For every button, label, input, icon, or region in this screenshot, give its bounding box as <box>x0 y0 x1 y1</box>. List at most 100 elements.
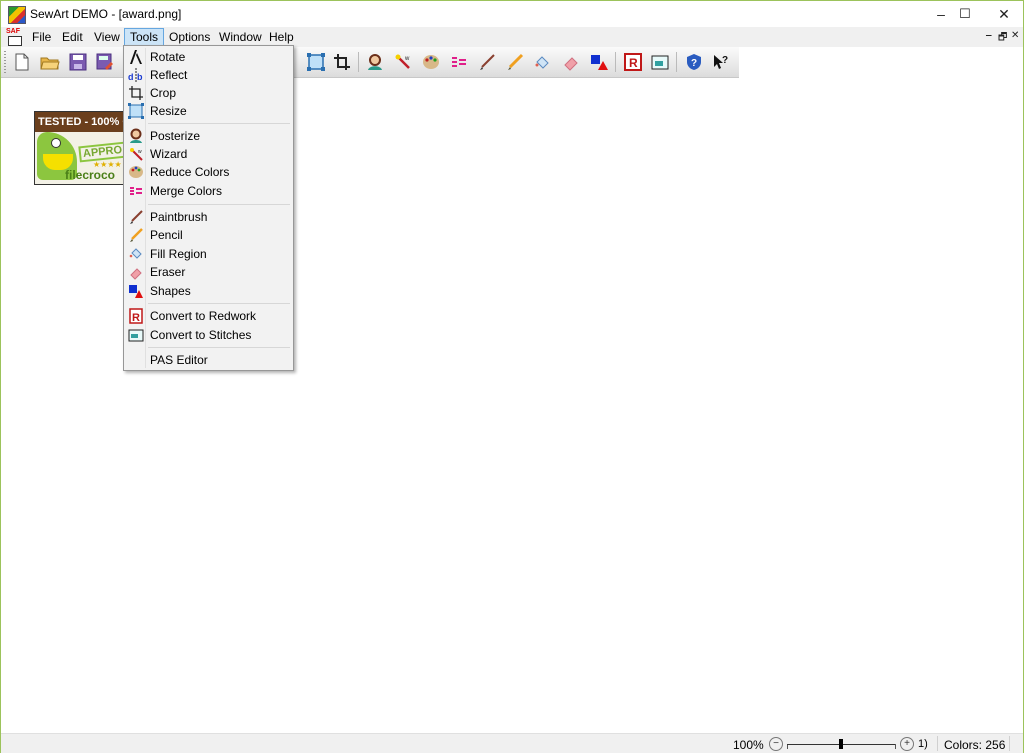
menu-item-merge-colors[interactable]: Merge Colors <box>126 182 291 200</box>
crop-icon <box>334 54 350 70</box>
image-banner-text: TESTED - 100% C <box>35 112 130 132</box>
paintbrush-icon <box>480 54 495 70</box>
save-button[interactable] <box>67 51 89 73</box>
merge-colors-icon <box>452 57 466 67</box>
toolbar-grip[interactable] <box>4 51 6 73</box>
menu-item-eraser[interactable]: Eraser <box>126 263 291 281</box>
svg-text:?: ? <box>722 55 728 66</box>
award-image[interactable]: TESTED - 100% C APPRO ★★★★ filecroco <box>34 111 131 185</box>
menu-item-pas-editor[interactable]: PAS Editor <box>126 351 291 369</box>
reduce-colors-button[interactable] <box>420 51 442 73</box>
eraser-button[interactable] <box>560 51 582 73</box>
toolbar-separator <box>615 52 616 72</box>
menu-item-label: Resize <box>150 104 187 118</box>
menu-item-convert-to-stitches[interactable]: Convert to Stitches <box>126 326 291 344</box>
merge-colors-button[interactable] <box>448 51 470 73</box>
menu-item-fill-region[interactable]: Fill Region <box>126 245 291 263</box>
menu-view[interactable]: View <box>89 29 125 45</box>
menu-item-reduce-colors[interactable]: Reduce Colors <box>126 163 291 181</box>
paintbrush-button[interactable] <box>476 51 498 73</box>
menu-item-label: Shapes <box>150 284 191 298</box>
new-button[interactable] <box>11 51 33 73</box>
menu-item-rotate[interactable]: Rotate <box>126 48 291 66</box>
new-file-icon <box>15 53 29 71</box>
close-button[interactable]: ✕ <box>986 1 1022 27</box>
fill-region-button[interactable] <box>532 51 554 73</box>
svg-text:b: b <box>137 72 143 82</box>
toolbar: w R ? ? <box>1 47 739 78</box>
wizard-button[interactable]: w <box>392 51 414 73</box>
posterize-button[interactable] <box>364 51 386 73</box>
pencil-button[interactable] <box>504 51 526 73</box>
menu-item-resize[interactable]: Resize <box>126 102 291 120</box>
menu-separator <box>148 123 290 124</box>
merge-colors-icon <box>128 183 144 199</box>
fill-bucket-icon <box>535 56 549 69</box>
zoom-suffix: 1) <box>918 738 928 750</box>
wizard-icon: w <box>128 146 144 162</box>
menu-item-label: PAS Editor <box>150 353 208 367</box>
menu-item-label: Wizard <box>150 147 188 161</box>
menu-item-reflect[interactable]: db Reflect <box>126 66 291 84</box>
menu-file[interactable]: File <box>27 29 56 45</box>
menu-item-convert-to-redwork[interactable]: R Convert to Redwork <box>126 307 291 325</box>
paintbrush-icon <box>128 209 144 225</box>
svg-text:R: R <box>629 56 638 70</box>
menu-item-label: Pencil <box>150 228 183 242</box>
open-button[interactable] <box>39 51 61 73</box>
posterize-icon <box>128 128 144 144</box>
stitches-button[interactable] <box>649 51 671 73</box>
resize-icon <box>307 53 325 71</box>
shapes-icon <box>591 55 608 70</box>
open-folder-icon <box>40 57 60 70</box>
toolbar-separator <box>676 52 677 72</box>
crop-icon <box>128 85 144 101</box>
magic-wand-icon: w <box>395 54 410 69</box>
menu-item-crop[interactable]: Crop <box>126 84 291 102</box>
app-icon <box>8 6 26 24</box>
mdi-minimize-button[interactable]: ‒ <box>986 30 992 41</box>
menu-item-posterize[interactable]: Posterize <box>126 127 291 145</box>
menu-options[interactable]: Options <box>164 29 215 45</box>
brand-text: filecroco <box>65 168 116 182</box>
context-help-button[interactable]: ? <box>710 51 732 73</box>
color-count: Colors: 256 <box>944 738 1006 752</box>
svg-text:w: w <box>404 56 410 62</box>
svg-text:d: d <box>128 72 134 82</box>
menu-window[interactable]: Window <box>214 29 267 45</box>
maximize-button[interactable]: ☐ <box>947 1 983 27</box>
pencil-icon <box>508 53 524 70</box>
menu-item-label: Posterize <box>150 129 201 143</box>
menu-edit[interactable]: Edit <box>57 29 88 45</box>
shapes-button[interactable] <box>588 51 610 73</box>
svg-text:R: R <box>132 312 140 324</box>
menu-tools[interactable]: Tools <box>124 28 165 46</box>
mdi-close-button[interactable]: ✕ <box>1011 30 1019 41</box>
menu-item-paintbrush[interactable]: Paintbrush <box>126 208 291 226</box>
mdi-restore-button[interactable]: 🗗 <box>998 30 1007 47</box>
save-icon <box>69 53 87 71</box>
menu-bar: SAF File Edit View Tools Options Window … <box>1 27 1023 47</box>
palette-icon <box>423 55 439 69</box>
stitches-icon <box>128 327 144 343</box>
resize-button[interactable] <box>305 51 327 73</box>
menu-item-label: Fill Region <box>150 247 207 261</box>
menu-item-wizard[interactable]: w Wizard <box>126 145 291 163</box>
redwork-button[interactable]: R <box>622 51 644 73</box>
palette-icon <box>128 164 144 180</box>
menu-separator <box>148 204 290 205</box>
zoom-slider-thumb[interactable] <box>839 739 843 749</box>
crop-button[interactable] <box>331 51 353 73</box>
statusbar-separator <box>1009 736 1010 751</box>
document-icon[interactable]: SAF <box>6 28 24 46</box>
zoom-in-button[interactable]: + <box>900 737 914 751</box>
menu-item-pencil[interactable]: Pencil <box>126 226 291 244</box>
title-bar: SewArt DEMO - [award.png] – ☐ ✕ <box>1 1 1023 27</box>
menu-separator <box>148 347 290 348</box>
menu-item-shapes[interactable]: Shapes <box>126 282 291 300</box>
help-button[interactable]: ? <box>683 51 705 73</box>
save-as-button[interactable] <box>94 51 116 73</box>
redwork-icon: R <box>624 53 642 71</box>
menu-help[interactable]: Help <box>264 29 299 45</box>
zoom-out-button[interactable]: − <box>769 737 783 751</box>
